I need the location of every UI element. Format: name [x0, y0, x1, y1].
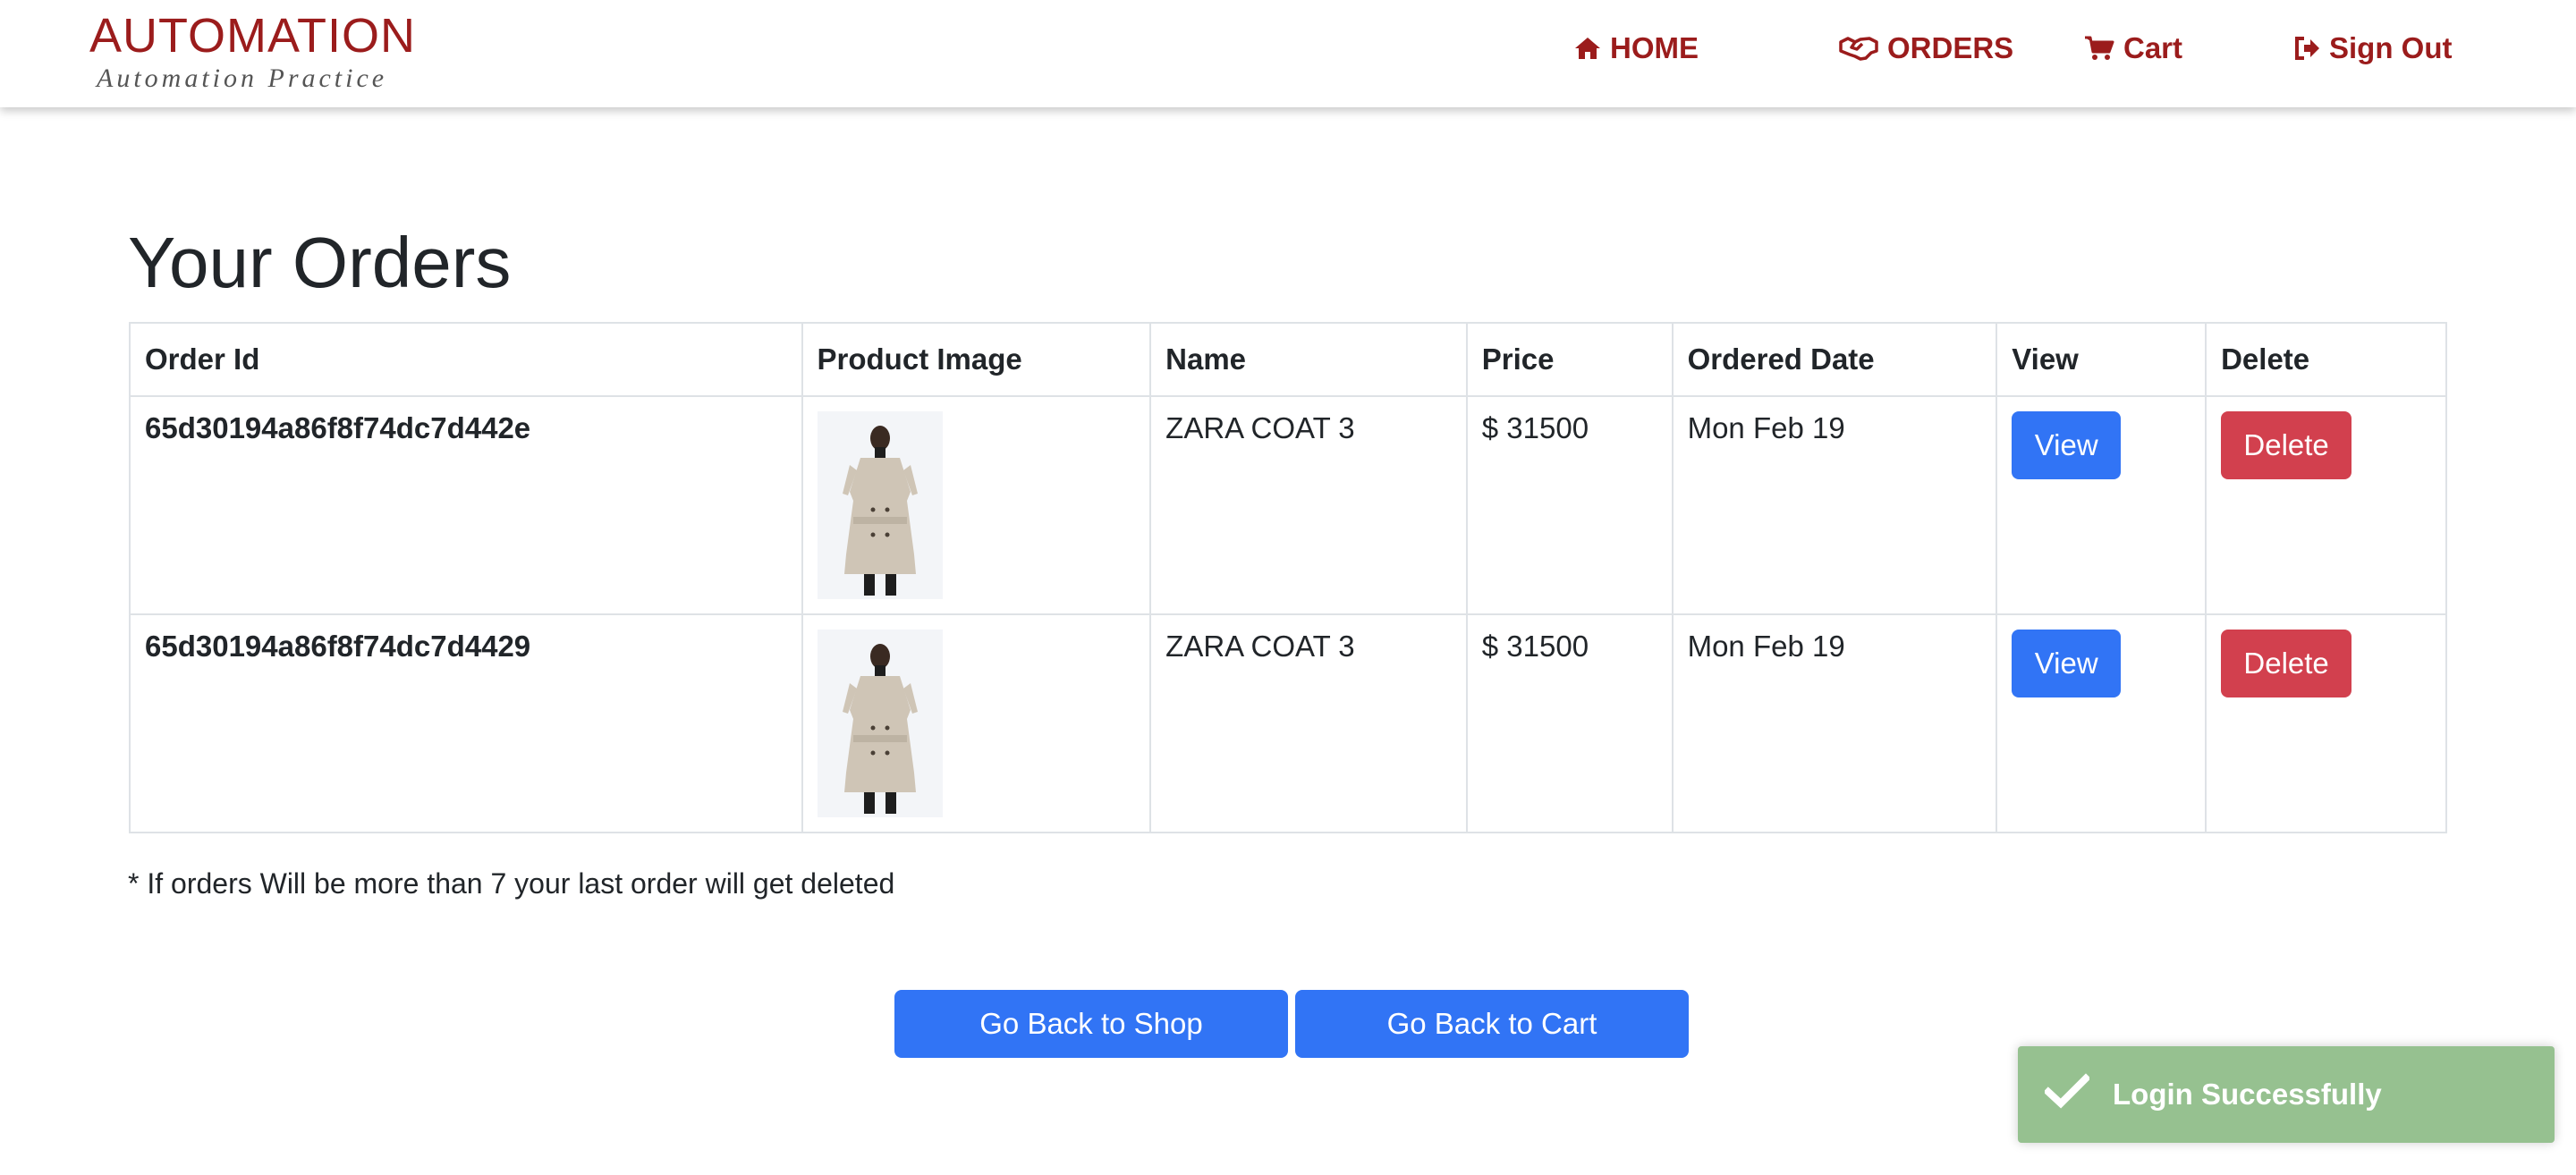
product-name-cell: ZARA COAT 3: [1149, 395, 1468, 615]
price-cell: $ 31500: [1465, 395, 1674, 615]
brand-title: AUTOMATION: [89, 9, 417, 63]
handshake-icon: [1839, 35, 1878, 62]
view-order-button[interactable]: View: [2012, 630, 2122, 697]
check-icon: [2043, 1073, 2091, 1116]
nav-home-label: HOME: [1610, 31, 1699, 64]
nav-orders-label: ORDERS: [1887, 31, 2014, 64]
table-header-row: Order Id Product Image Name Price Ordere…: [129, 322, 2447, 397]
view-order-button[interactable]: View: [2012, 411, 2122, 479]
product-name-cell: ZARA COAT 3: [1149, 613, 1468, 833]
page-title: Your Orders: [128, 223, 512, 302]
price-cell: $ 31500: [1465, 613, 1674, 833]
brand-logo[interactable]: AUTOMATION Automation Practice: [89, 7, 415, 97]
nav-signout-link[interactable]: Sign Out: [2293, 27, 2452, 70]
header-delete: Delete: [2205, 322, 2447, 397]
top-navbar: AUTOMATION Automation Practice HOME ORDE…: [0, 0, 2576, 107]
header-order-id: Order Id: [129, 322, 803, 397]
go-back-to-shop-button[interactable]: Go Back to Shop: [894, 990, 1288, 1058]
view-cell: View: [1996, 613, 2207, 833]
orders-limit-note: * If orders Will be more than 7 your las…: [128, 867, 895, 900]
go-back-to-cart-button[interactable]: Go Back to Cart: [1295, 990, 1689, 1058]
header-name: Name: [1149, 322, 1468, 397]
orders-table: Order Id Product Image Name Price Ordere…: [129, 322, 2447, 833]
ordered-date-cell: Mon Feb 19: [1671, 395, 1998, 615]
delete-cell: Delete: [2205, 395, 2447, 615]
delete-cell: Delete: [2205, 613, 2447, 833]
table-row: 65d30194a86f8f74dc7d442e ZARA COAT 3 $ 3…: [129, 395, 2447, 615]
view-cell: View: [1996, 395, 2207, 615]
product-image-cell: [801, 395, 1152, 615]
ordered-date-cell: Mon Feb 19: [1671, 613, 1998, 833]
header-price: Price: [1465, 322, 1674, 397]
nav-orders-link[interactable]: ORDERS: [1839, 27, 2013, 70]
table-row: 65d30194a86f8f74dc7d4429 ZARA COAT 3 $ 3…: [129, 613, 2447, 833]
header-product-image: Product Image: [801, 322, 1152, 397]
sign-out-icon: [2293, 36, 2320, 61]
product-image-cell: [801, 613, 1152, 833]
home-icon: [1574, 36, 1601, 61]
login-success-toast[interactable]: Login Successfully: [2018, 1046, 2555, 1143]
toast-message: Login Successfully: [2113, 1078, 2382, 1111]
nav-cart-label: Cart: [2123, 31, 2183, 64]
nav-cart-link[interactable]: Cart: [2084, 27, 2182, 70]
order-id-cell: 65d30194a86f8f74dc7d442e: [129, 395, 803, 615]
nav-signout-label: Sign Out: [2329, 31, 2453, 64]
product-image: [817, 411, 943, 599]
order-id-cell: 65d30194a86f8f74dc7d4429: [129, 613, 803, 833]
nav-home-link[interactable]: HOME: [1574, 27, 1699, 70]
cart-icon: [2084, 35, 2114, 62]
brand-subtitle: Automation Practice: [97, 63, 388, 93]
product-image: [817, 630, 943, 817]
delete-order-button[interactable]: Delete: [2221, 411, 2352, 479]
delete-order-button[interactable]: Delete: [2221, 630, 2352, 697]
header-view: View: [1996, 322, 2207, 397]
header-ordered-date: Ordered Date: [1671, 322, 1998, 397]
